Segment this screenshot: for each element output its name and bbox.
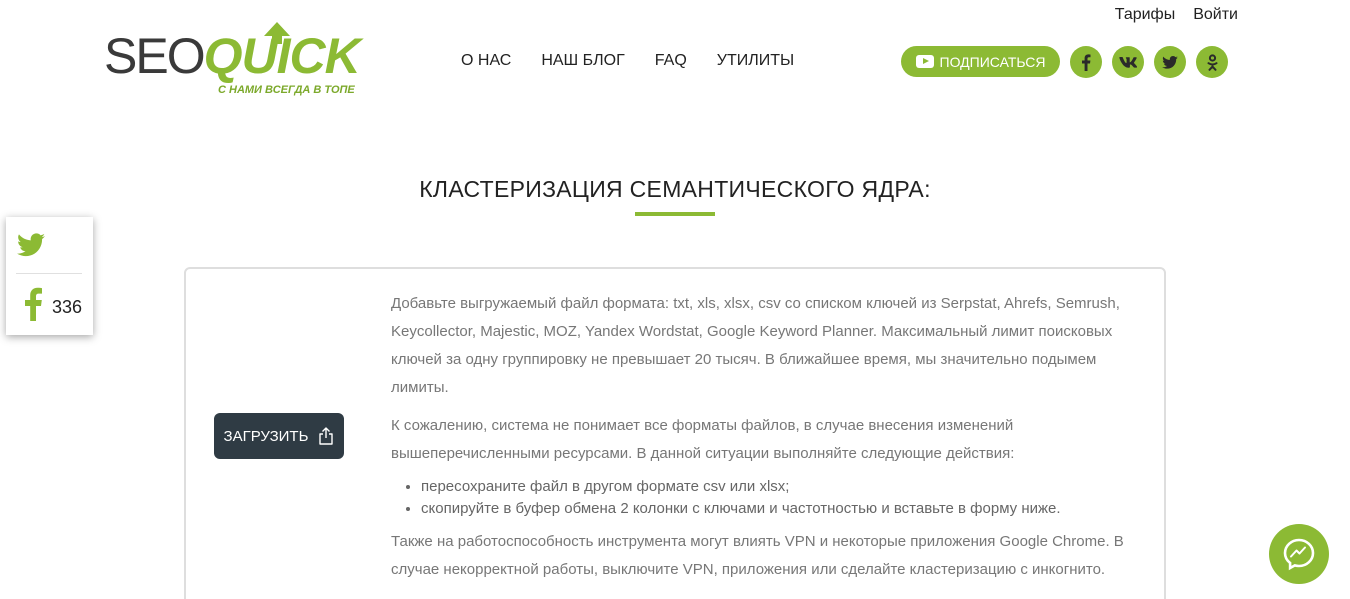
youtube-icon — [915, 55, 934, 68]
share-twitter-icon[interactable] — [17, 233, 45, 257]
nav-faq[interactable]: FAQ — [655, 52, 687, 70]
twitter-icon[interactable] — [1154, 46, 1186, 78]
logo-wordmark: SEOQUICK — [104, 26, 361, 86]
upload-button[interactable]: ЗАГРУЗИТЬ — [214, 413, 344, 459]
instructions-paragraph-3: Также на работоспособность инструмента м… — [391, 533, 1124, 578]
facebook-icon[interactable] — [1070, 46, 1102, 78]
odnoklassniki-icon[interactable] — [1196, 46, 1228, 78]
top-links: Тарифы Войти — [1115, 6, 1238, 24]
upload-icon — [319, 427, 334, 445]
instructions: Добавьте выгружаемый файл формата: txt, … — [391, 290, 1141, 594]
upload-label: ЗАГРУЗИТЬ — [223, 427, 309, 445]
title-underline — [635, 212, 715, 216]
subscribe-label: ПОДПИСАТЬСЯ — [939, 53, 1046, 70]
share-panel: 336 — [6, 217, 93, 335]
logo[interactable]: SEOQUICK С НАМИ ВСЕГДА В ТОПЕ — [104, 22, 374, 104]
logo-seo: SEO — [104, 28, 206, 84]
instructions-paragraph-2: К сожалению, система не понимает все фор… — [391, 417, 1015, 462]
nav-utilities[interactable]: УТИЛИТЫ — [717, 52, 794, 70]
main-nav: О НАС НАШ БЛОГ FAQ УТИЛИТЫ — [461, 52, 794, 70]
vk-icon[interactable] — [1112, 46, 1144, 78]
messenger-chat-button[interactable] — [1269, 524, 1329, 584]
list-item: скопируйте в буфер обмена 2 колонки с кл… — [421, 498, 1141, 520]
nav-about[interactable]: О НАС — [461, 52, 511, 70]
share-divider — [16, 273, 82, 274]
instructions-paragraph-1: Добавьте выгружаемый файл формата: txt, … — [391, 295, 1120, 396]
list-item: пересохраните файл в другом формате csv … — [421, 476, 1141, 498]
page-title: КЛАСТЕРИЗАЦИЯ СЕМАНТИЧЕСКОГО ЯДРА: — [419, 176, 931, 202]
tariffs-link[interactable]: Тарифы — [1115, 6, 1175, 24]
facebook-share-count: 336 — [52, 297, 83, 317]
logo-tagline: С НАМИ ВСЕГДА В ТОПЕ — [218, 84, 355, 96]
share-facebook-icon[interactable] — [23, 287, 43, 321]
login-link[interactable]: Войти — [1193, 6, 1238, 24]
subscribe-button[interactable]: ПОДПИСАТЬСЯ — [901, 46, 1060, 77]
nav-blog[interactable]: НАШ БЛОГ — [541, 52, 624, 70]
messenger-icon — [1283, 538, 1315, 571]
logo-arrow-icon — [264, 22, 290, 44]
instructions-list: пересохраните файл в другом формате csv … — [421, 476, 1141, 520]
